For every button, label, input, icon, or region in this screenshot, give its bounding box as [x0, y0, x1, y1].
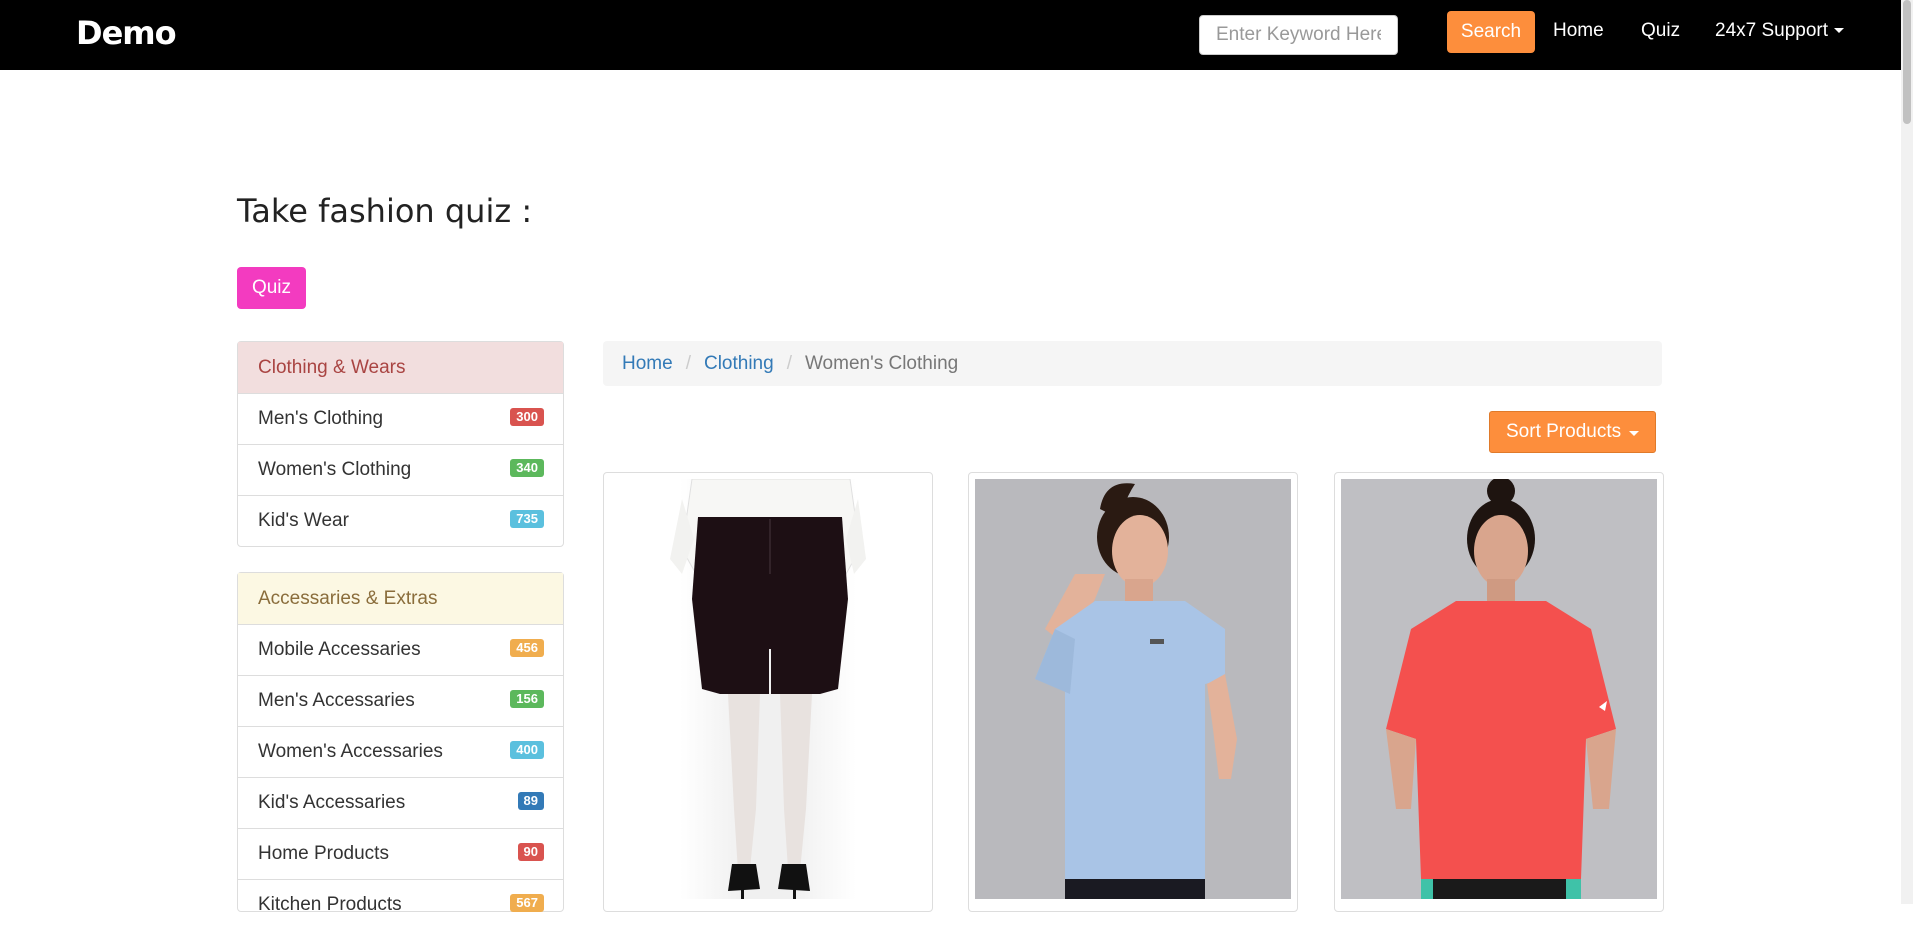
count-badge: 89 [517, 792, 544, 810]
sidebar-item-label: Kid's Accessaries [258, 792, 406, 813]
breadcrumb-home-link[interactable]: Home [622, 353, 673, 374]
clothing-panel: Clothing & Wears Men's Clothing 300 Wome… [237, 341, 564, 547]
sidebar-item-home-products[interactable]: Home Products 90 [238, 828, 563, 879]
search-input[interactable] [1199, 15, 1398, 55]
sidebar-item-womens-accessaries[interactable]: Women's Accessaries 400 [238, 726, 563, 777]
sidebar-item-kitchen-products[interactable]: Kitchen Products 567 [238, 879, 563, 930]
nav-support-dropdown[interactable]: 24x7 Support [1715, 20, 1845, 42]
sort-products-button[interactable]: Sort Products [1489, 411, 1656, 453]
clothing-list: Men's Clothing 300 Women's Clothing 340 … [238, 394, 563, 546]
sidebar-item-label: Men's Accessaries [258, 690, 415, 711]
sidebar-item-label: Kid's Wear [258, 510, 349, 531]
sidebar-item-kids-accessaries[interactable]: Kid's Accessaries 89 [238, 777, 563, 828]
count-badge: 567 [510, 894, 544, 912]
top-navbar: Demo Search Home Quiz 24x7 Support [0, 0, 1901, 70]
breadcrumb-separator: / [685, 353, 691, 374]
quiz-button[interactable]: Quiz [237, 267, 306, 309]
caret-down-icon [1629, 431, 1639, 436]
sidebar-item-womens-clothing[interactable]: Women's Clothing 340 [238, 444, 563, 495]
product-card[interactable] [968, 472, 1298, 912]
scrollbar-thumb[interactable] [1903, 0, 1911, 124]
count-badge: 735 [510, 510, 544, 528]
sidebar-item-kids-wear[interactable]: Kid's Wear 735 [238, 495, 563, 546]
product-card[interactable] [603, 472, 933, 912]
brand-logo[interactable]: Demo [76, 14, 177, 52]
breadcrumb-current: Women's Clothing [804, 353, 959, 374]
product-image-blue-tshirt[interactable] [975, 479, 1291, 899]
count-badge: 156 [510, 690, 544, 708]
sidebar-item-label: Mobile Accessaries [258, 639, 421, 660]
breadcrumb: Home / Clothing / Women's Clothing [603, 341, 1662, 386]
nav-support-label: 24x7 Support [1715, 20, 1829, 41]
sidebar-item-label: Women's Clothing [258, 459, 412, 480]
page-scrollbar[interactable] [1901, 0, 1913, 904]
caret-down-icon [1834, 28, 1845, 34]
sidebar-item-label: Women's Accessaries [258, 741, 443, 762]
breadcrumb-clothing-link[interactable]: Clothing [704, 353, 774, 374]
sidebar-item-mens-accessaries[interactable]: Men's Accessaries 156 [238, 675, 563, 726]
sidebar-item-mens-clothing[interactable]: Men's Clothing 300 [238, 394, 563, 444]
sidebar-item-label: Men's Clothing [258, 408, 384, 429]
product-image-skirt[interactable] [610, 479, 926, 899]
count-badge: 340 [510, 459, 544, 477]
breadcrumb-separator: / [786, 353, 792, 374]
nav-home-link[interactable]: Home [1553, 20, 1604, 42]
accessories-list: Mobile Accessaries 456 Men's Accessaries… [238, 625, 563, 930]
sidebar-item-label: Home Products [258, 843, 389, 864]
sort-products-label: Sort Products [1506, 421, 1622, 442]
sidebar-item-mobile-accessaries[interactable]: Mobile Accessaries 456 [238, 625, 563, 675]
clothing-panel-heading: Clothing & Wears [238, 342, 563, 394]
search-button[interactable]: Search [1447, 11, 1535, 53]
count-badge: 400 [510, 741, 544, 759]
accessories-panel: Accessaries & Extras Mobile Accessaries … [237, 572, 564, 915]
count-badge: 456 [510, 639, 544, 657]
count-badge: 90 [517, 843, 544, 861]
sidebar-item-label: Kitchen Products [258, 894, 402, 915]
product-card[interactable] [1334, 472, 1664, 912]
count-badge: 300 [510, 408, 544, 426]
accessories-panel-heading: Accessaries & Extras [238, 573, 563, 625]
product-image-red-tshirt[interactable] [1341, 479, 1657, 899]
quiz-heading: Take fashion quiz : [237, 192, 533, 230]
nav-quiz-link[interactable]: Quiz [1641, 20, 1680, 42]
